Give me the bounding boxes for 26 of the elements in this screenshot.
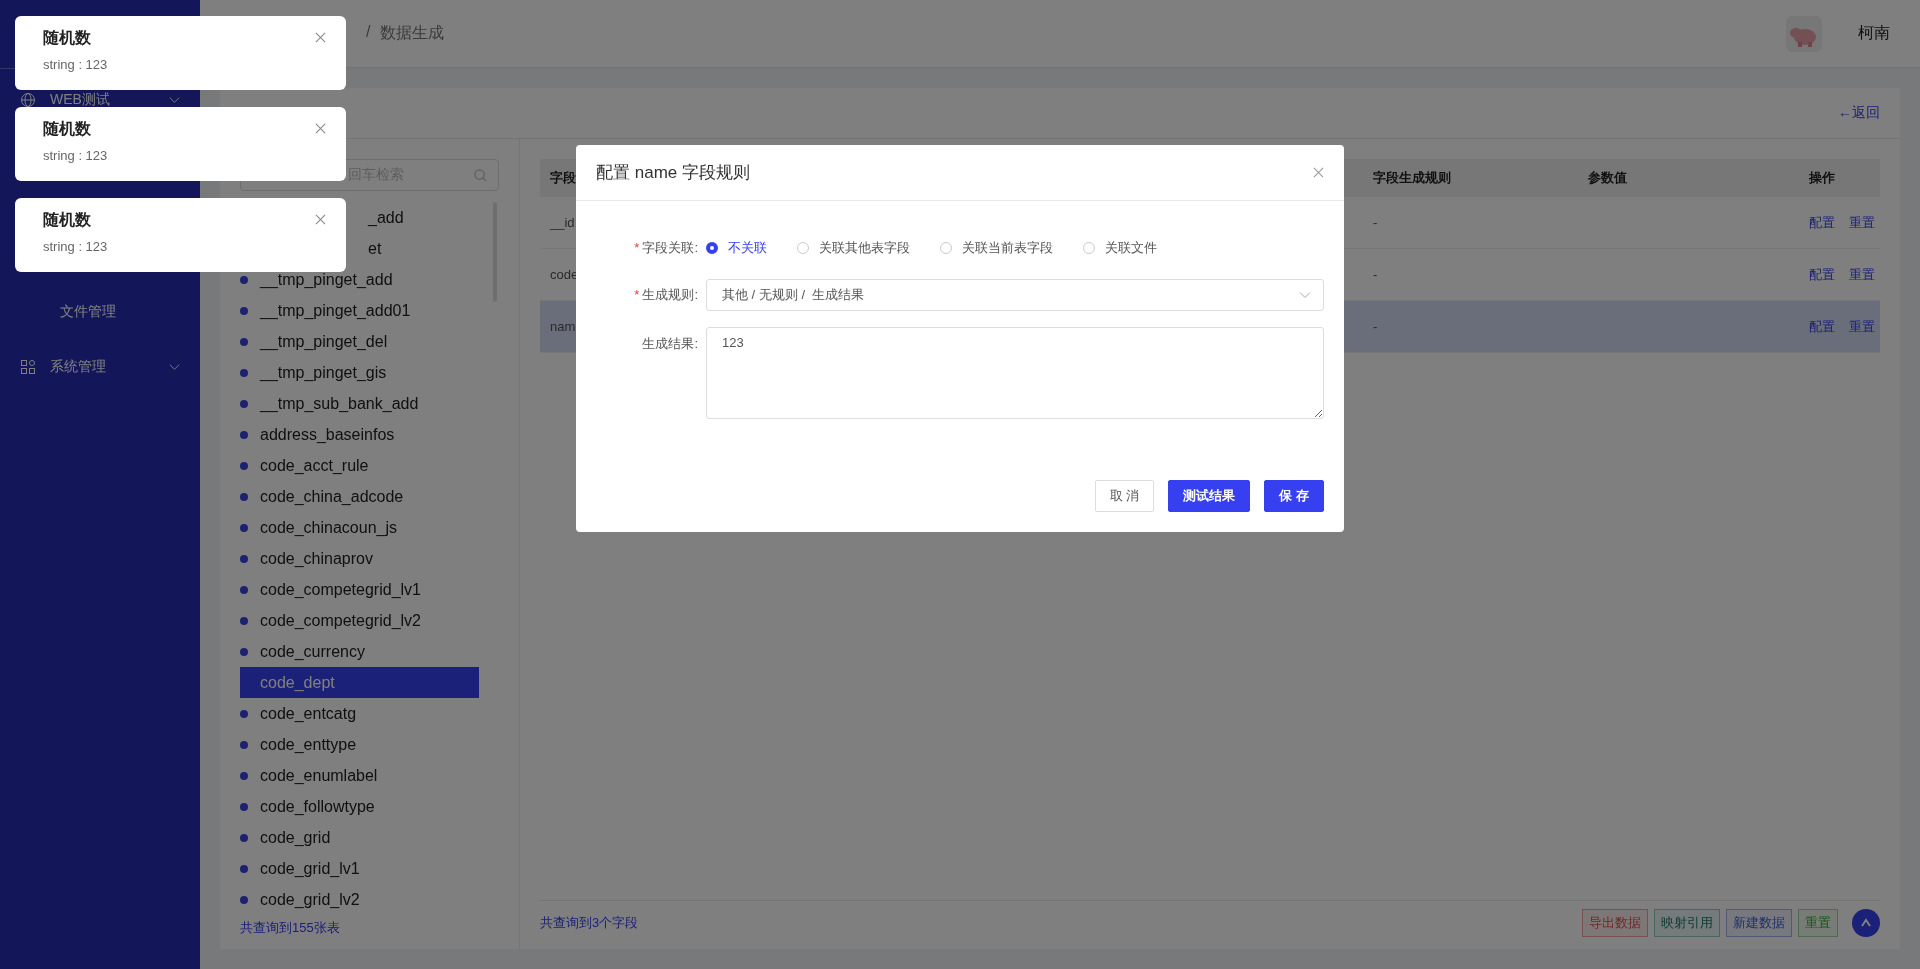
breadcrumb-item: / — [366, 23, 371, 42]
table-cell: - — [1373, 319, 1378, 334]
required-mark: * — [634, 287, 640, 302]
notification-message: string : 123 — [43, 57, 109, 72]
table-cell: - — [1373, 215, 1378, 230]
table-count: 共查询到155张表 — [240, 919, 341, 937]
form-label: 生成结果: — [642, 336, 698, 351]
form-label: 字段关联: — [642, 240, 698, 255]
column-header: 操作 — [1809, 170, 1835, 185]
notification-message: string : 123 — [43, 148, 109, 163]
field-count: 共查询到3个字段 — [540, 914, 640, 932]
required-mark: * — [634, 240, 640, 255]
notification-message: string : 123 — [43, 239, 109, 254]
table-cell: nam — [550, 319, 576, 334]
notification-title: 随机数 — [43, 28, 92, 48]
user-name: 柯南 — [1858, 23, 1890, 43]
column-header: 字段生成规则 — [1373, 170, 1451, 185]
form-label: 生成规则: — [642, 287, 698, 302]
table-cell: __id — [550, 215, 575, 230]
table-cell: - — [1373, 267, 1378, 282]
column-header: 参数值 — [1588, 170, 1627, 185]
column-header: 字段 — [550, 170, 576, 185]
notification-title: 随机数 — [43, 119, 92, 139]
dialog-title: 配置 name 字段规则 — [596, 162, 751, 184]
notification-title: 随机数 — [43, 210, 92, 230]
breadcrumb-item: 数据生成 — [380, 23, 445, 43]
